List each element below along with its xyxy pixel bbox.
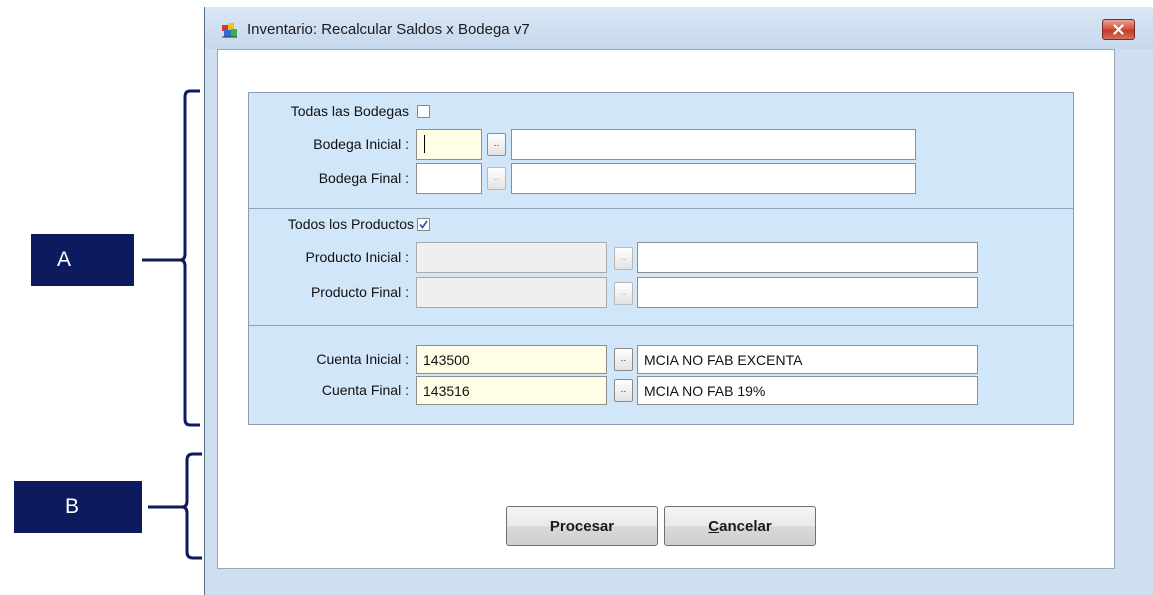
productos-section: Todos los Productos Producto Inicial : .… (249, 208, 1073, 326)
bodega-final-lookup-button[interactable]: .. (487, 167, 506, 190)
cancelar-button[interactable]: Cancelar (664, 506, 816, 546)
bodega-final-label: Bodega Final : (318, 170, 409, 186)
bodega-inicial-description-field (511, 129, 916, 160)
todos-productos-checkbox[interactable] (417, 218, 430, 231)
cuenta-inicial-label: Cuenta Inicial : (316, 351, 409, 367)
producto-final-lookup-button[interactable]: .. (614, 282, 633, 305)
cuenta-final-lookup-button[interactable]: .. (614, 379, 633, 402)
filter-panel: Todas las Bodegas Bodega Inicial : .. Bo… (248, 92, 1074, 425)
todos-productos-label: Todos los Productos (287, 216, 414, 232)
cancelar-mnemonic: C (708, 517, 720, 535)
producto-final-description-field (637, 277, 978, 308)
bodega-inicial-code-input[interactable] (416, 129, 482, 160)
bodega-final-description-field (511, 163, 916, 194)
cuenta-final-label: Cuenta Final : (321, 382, 409, 398)
producto-inicial-label: Producto Inicial : (305, 249, 410, 265)
annotation-b-callout: B (14, 481, 142, 533)
dialog-client-area: Todas las Bodegas Bodega Inicial : .. Bo… (217, 49, 1115, 569)
cuenta-inicial-description-field (637, 345, 978, 374)
producto-final-code-input[interactable] (416, 277, 607, 308)
checkmark-icon (419, 220, 428, 229)
window-title: Inventario: Recalcular Saldos x Bodega v… (247, 21, 530, 38)
cuentas-section: Cuenta Inicial : .. Cuenta Final : .. (249, 325, 1073, 425)
text-cursor (424, 135, 425, 153)
procesar-button-label: Procesar (549, 517, 615, 535)
cuenta-final-code-input[interactable] (416, 376, 607, 405)
bodega-final-code-input[interactable] (416, 163, 482, 194)
annotation-a-label: A (56, 248, 71, 271)
annotation-b-label: B (64, 495, 79, 518)
producto-final-label: Producto Final : (310, 284, 409, 300)
dialog-window: Inventario: Recalcular Saldos x Bodega v… (204, 7, 1153, 595)
todas-bodegas-checkbox[interactable] (417, 105, 430, 118)
annotation-a-callout: A (31, 234, 134, 286)
todas-bodegas-label: Todas las Bodegas (290, 103, 409, 119)
producto-inicial-description-field (637, 242, 978, 273)
procesar-button[interactable]: Procesar (506, 506, 658, 546)
close-icon (1113, 24, 1124, 35)
annotation-a-bracket (140, 88, 202, 428)
producto-inicial-code-input[interactable] (416, 242, 607, 273)
cuenta-inicial-lookup-button[interactable]: .. (614, 348, 633, 371)
bodega-inicial-label: Bodega Inicial : (313, 136, 409, 152)
producto-inicial-lookup-button[interactable]: .. (614, 247, 633, 270)
bodegas-section: Todas las Bodegas Bodega Inicial : .. Bo… (249, 93, 1073, 208)
app-icon (221, 22, 238, 39)
cancelar-button-label: ancelar (719, 517, 772, 535)
bodega-inicial-lookup-button[interactable]: .. (487, 133, 506, 156)
title-bar[interactable]: Inventario: Recalcular Saldos x Bodega v… (205, 7, 1153, 49)
cuenta-inicial-code-input[interactable] (416, 345, 607, 374)
cuenta-final-description-field (637, 376, 978, 405)
close-button[interactable] (1102, 19, 1135, 40)
annotation-b-bracket (146, 452, 204, 562)
